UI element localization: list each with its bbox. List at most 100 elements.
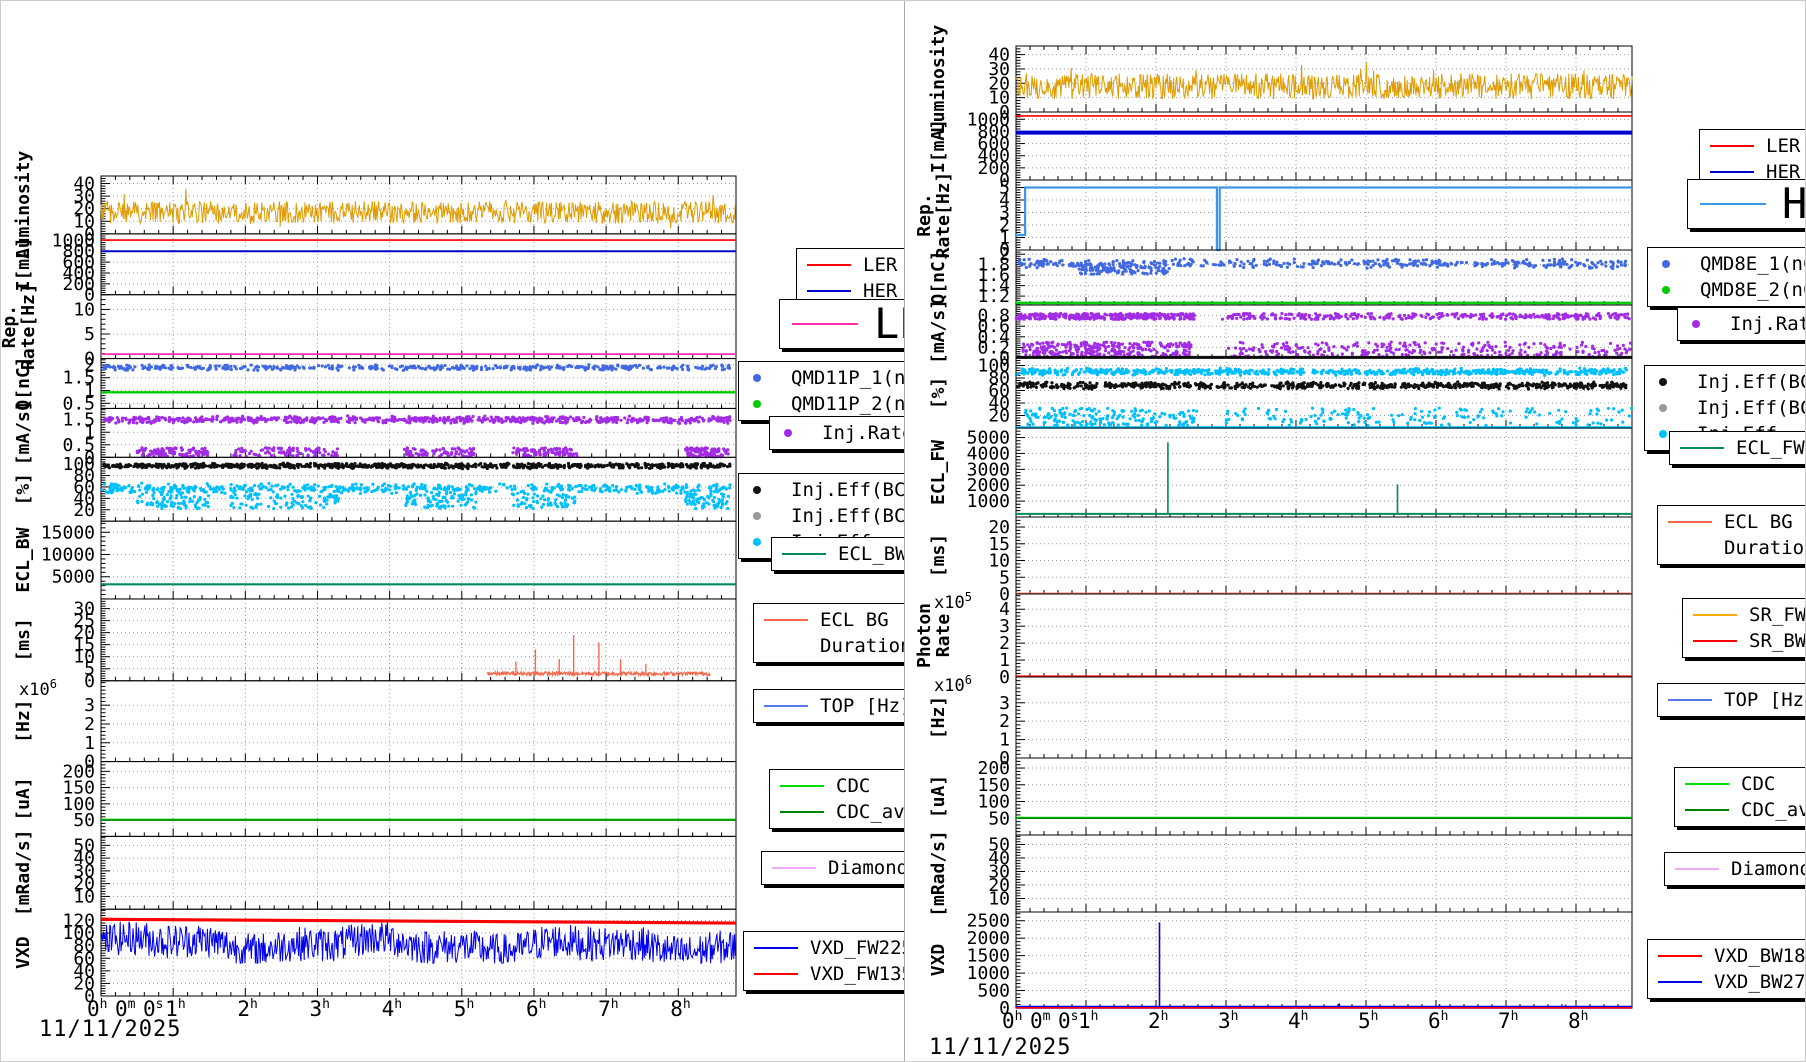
legend-item: ECL_BW: [782, 541, 907, 567]
legend-item: ECL_FW: [1680, 435, 1805, 461]
legend-dot-marker: [1659, 378, 1667, 386]
legend-item: VXD_FW225: [754, 935, 913, 961]
x-axis-hour-label: 7h: [598, 997, 618, 1021]
legend-line-marker: [780, 785, 824, 787]
legend-label: LER: [1766, 133, 1800, 159]
legend-line-marker: [1700, 203, 1766, 205]
y-tick-label: 1.5: [62, 410, 95, 431]
legend-label: SR_BW: [1749, 628, 1806, 654]
legend-line-marker: [1693, 640, 1737, 642]
legend-item: Inj.Rate: [1688, 311, 1806, 337]
legend-item: Duration: [764, 633, 912, 659]
y-tick-label: 10: [73, 299, 95, 320]
x-axis-start-label: 0s: [143, 997, 163, 1021]
y-tick-label: 3: [999, 693, 1010, 714]
y-axis-unit-label: I[mA]: [13, 237, 34, 291]
y-axis-unit-label: [mA/s]: [13, 400, 34, 465]
legend-item: CDC_av: [780, 799, 905, 825]
legend-cdc: CDCCDC_av: [769, 769, 916, 829]
y-axis-unit-label: VXD: [13, 936, 34, 969]
legend-line-marker: [807, 264, 851, 266]
x-axis-hour-label: 2h: [237, 997, 257, 1021]
axis-scale-label: x106: [19, 677, 57, 700]
legend-item: QMD8E_1(nC): [1658, 251, 1806, 277]
y-axis-unit-label: Q[nC]: [928, 250, 949, 304]
legend-top-hz-: TOP [Hz]: [753, 689, 923, 723]
legend-top-hz-: TOP [Hz]: [1657, 683, 1806, 717]
y-tick-label: 30: [73, 599, 95, 620]
x-axis-hour-label: 5h: [454, 997, 474, 1021]
legend-label: ECL BG: [1724, 509, 1793, 535]
legend-dot-marker: [1662, 260, 1670, 268]
legend-label: TOP [Hz]: [1724, 687, 1806, 713]
legend-label: Inj.Rate: [1730, 311, 1806, 337]
legend-item: QMD8E_2(nC): [1658, 277, 1806, 303]
y-tick-label: 1: [84, 733, 95, 754]
legend-line-marker: [782, 553, 826, 555]
legend-line-marker: [1685, 783, 1729, 785]
right-beam-monitor-chart: 11/11/2025 010203040Luminosity0200400600…: [904, 1, 1806, 1062]
legend-ecl-fw: ECL_FW: [1669, 431, 1806, 465]
legend-inj-rate: Inj.Rate: [1677, 307, 1806, 341]
legend-label: Diamond: [828, 855, 908, 881]
legend-line-marker: [1685, 809, 1729, 811]
series-VXD_FW225: [101, 922, 735, 964]
y-tick-label: 100: [62, 454, 95, 475]
legend-item: QMD11P_1(nC): [749, 365, 928, 391]
legend-label: Inj.Eff(BCM2): [1697, 395, 1806, 421]
legend-diamond: Diamond: [1664, 852, 1806, 886]
legend-label: Diamond: [1731, 856, 1806, 882]
x-axis-hour-label: 2h: [1148, 1009, 1168, 1033]
x-axis-hour-label: 7h: [1498, 1009, 1518, 1033]
x-axis-start-label: 0s: [1058, 1009, 1078, 1033]
legend-label: CDC: [836, 773, 870, 799]
legend-line-marker: [754, 947, 798, 949]
x-axis-start-label: 0m: [1030, 1009, 1050, 1033]
y-axis-unit-label: [uA]: [13, 777, 34, 820]
y-tick-label: 3: [84, 695, 95, 716]
legend-label: CDC: [1741, 771, 1775, 797]
legend-dot-marker: [753, 538, 761, 546]
legend-line-marker: [1668, 521, 1712, 523]
y-tick-label: 10000: [41, 545, 95, 566]
legend-label: Inj.Rate: [822, 420, 914, 446]
series-VXD_FW135: [101, 919, 736, 923]
legend-item: Diamond: [1675, 856, 1806, 882]
legend-line-marker: [772, 867, 816, 869]
x-axis-start-label: 0h: [87, 997, 107, 1021]
legend-item: HER: [1700, 180, 1806, 228]
y-tick-label: 200: [62, 761, 95, 782]
legend-line-marker: [1680, 447, 1724, 449]
legend-line-marker: [1658, 981, 1702, 983]
legend-item: QMD11P_2(nC): [749, 391, 928, 417]
x-axis-hour-label: 8h: [1568, 1009, 1588, 1033]
y-axis-unit-label: [%]: [13, 473, 34, 506]
legend-line-marker: [1658, 955, 1702, 957]
y-tick-label: 5000: [967, 428, 1010, 449]
y-axis-unit-label: Rate: [933, 614, 954, 658]
x-axis-hour-label: 1h: [165, 997, 185, 1021]
legend-item: Diamond: [772, 855, 908, 881]
legend-line-marker: [1710, 171, 1754, 173]
legend-label: CDC_av: [1741, 797, 1806, 823]
y-axis-unit-label: [uA]: [928, 775, 949, 818]
y-tick-label: 0.8: [977, 306, 1010, 327]
legend-label: ECL_FW: [1736, 435, 1805, 461]
x-axis-hour-label: 3h: [309, 997, 329, 1021]
y-tick-label: 2: [999, 711, 1010, 732]
y-axis-unit-label: [ms]: [13, 618, 34, 661]
legend-label: VXD_FW225: [810, 935, 913, 961]
legend-line-marker: [764, 705, 808, 707]
legend-qmd8e-1-nc-: QMD8E_1(nC)QMD8E_2(nC): [1647, 247, 1806, 307]
legend-label: ECL_BW: [838, 541, 907, 567]
legend-item: SR_FW: [1693, 602, 1806, 628]
y-tick-label: 40: [73, 174, 95, 195]
x-axis-hour-label: 8h: [670, 997, 690, 1021]
legend-dot-marker: [784, 429, 792, 437]
legend-item: TOP [Hz]: [764, 693, 912, 719]
legend-dot-marker: [1659, 404, 1667, 412]
legend-item: VXD_BW180: [1658, 943, 1806, 969]
y-axis-unit-label: VXD: [928, 944, 949, 977]
y-tick-label: 15000: [41, 522, 95, 543]
legend-dot-marker: [753, 374, 761, 382]
